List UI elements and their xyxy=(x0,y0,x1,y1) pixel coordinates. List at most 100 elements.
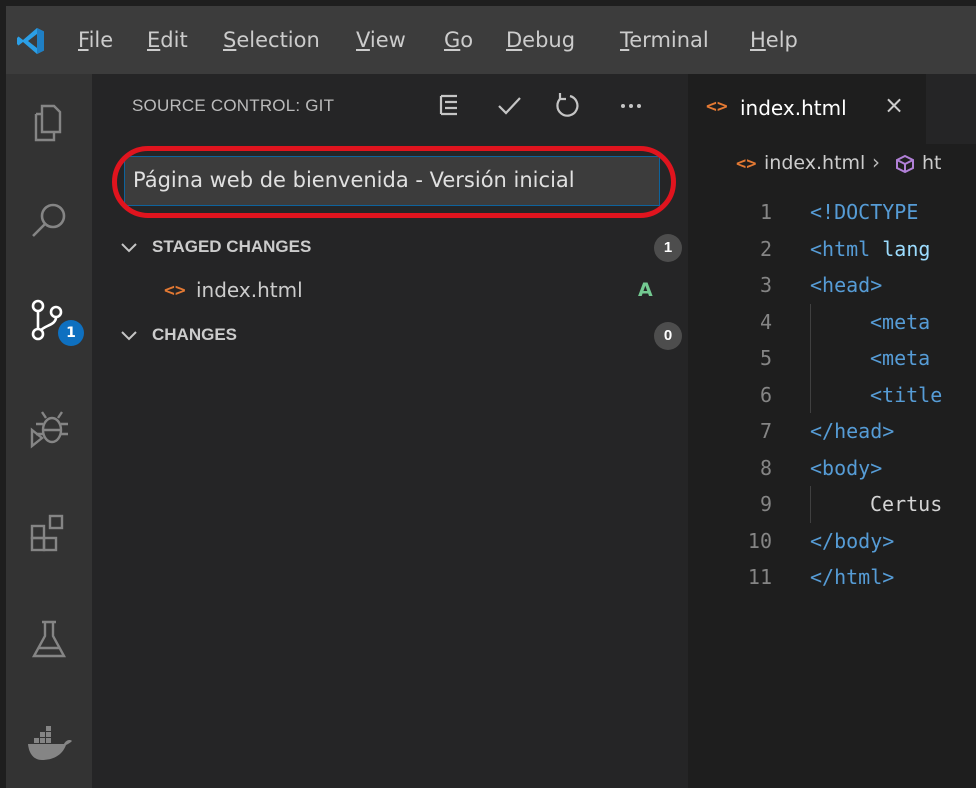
tab-label: index.html xyxy=(740,96,847,120)
code-token: </body> xyxy=(810,528,895,553)
html-file-icon: <> xyxy=(736,154,757,174)
line-number: 2 xyxy=(759,236,772,261)
line-number: 3 xyxy=(759,273,772,297)
code-line: </head> xyxy=(810,419,894,443)
code-token: <body> xyxy=(810,455,883,480)
code-token: <head> xyxy=(810,273,883,297)
code-line: <html lang xyxy=(810,237,930,261)
source-control-sidebar: SOURCE CONTROL: GIT Página web de bienve… xyxy=(92,74,688,788)
code-token: </head> xyxy=(810,419,895,443)
commit-message-input[interactable]: Página web de bienvenida - Versión inici… xyxy=(124,156,660,206)
activity-bar: 1 xyxy=(6,74,92,788)
commit-check-icon[interactable] xyxy=(492,88,526,122)
line-number: 5 xyxy=(759,346,772,370)
staged-changes-label: STAGED CHANGES xyxy=(152,237,312,256)
close-icon[interactable]: × xyxy=(884,91,904,119)
breadcrumb: <> index.html › ht xyxy=(688,144,976,184)
menu-label-rest: elp xyxy=(765,28,798,52)
menu-edit[interactable]: Edit xyxy=(147,28,188,54)
code-line: </body> xyxy=(810,529,894,553)
source-control-tab[interactable]: 1 xyxy=(20,292,84,350)
code-token: <meta xyxy=(870,309,931,334)
debug-icon[interactable] xyxy=(20,400,78,458)
menu-label-rest: election xyxy=(236,28,320,52)
tab-index-html[interactable]: <> index.html × xyxy=(688,74,926,144)
code-line: </html> xyxy=(810,565,894,589)
menu-mnemonic: D xyxy=(506,28,523,52)
refresh-icon[interactable] xyxy=(550,88,584,122)
code-token: lang xyxy=(870,236,931,261)
menu-label-rest: ile xyxy=(88,28,114,52)
code-token: <html xyxy=(810,236,871,261)
menu-label-rest: o xyxy=(460,28,474,52)
line-number: 7 xyxy=(759,419,772,443)
menu-file[interactable]: File xyxy=(78,28,113,54)
code-editor[interactable]: 1 <!DOCTYPE 2 <html lang 3 <head> 4 <meta 5 <meta… xyxy=(688,186,976,646)
chevron-down-icon xyxy=(121,243,137,253)
menu-bar: File Edit Selection View Go Debug Terminal Help xyxy=(6,6,976,74)
code-line: <body> xyxy=(810,456,882,480)
line-number: 8 xyxy=(759,455,772,480)
staged-file-name: index.html xyxy=(196,278,303,302)
menu-mnemonic: S xyxy=(223,28,237,52)
code-token: </html> xyxy=(810,565,895,589)
menu-label-rest: dit xyxy=(160,28,188,52)
breadcrumb-file[interactable]: index.html xyxy=(764,152,865,174)
breadcrumb-node[interactable]: ht xyxy=(922,152,942,174)
menu-mnemonic: T xyxy=(620,28,630,52)
indent-guide xyxy=(810,486,811,523)
editor-tab-bar: <> index.html × xyxy=(688,74,976,144)
menu-mnemonic: H xyxy=(750,28,766,52)
changes-count-badge: 0 xyxy=(654,322,682,350)
menu-label-rest: ebug xyxy=(522,28,576,52)
code-token: <meta xyxy=(870,346,931,370)
menu-mnemonic: V xyxy=(356,28,370,52)
view-as-tree-icon[interactable] xyxy=(432,88,466,122)
line-number: 9 xyxy=(759,492,772,516)
menu-debug[interactable]: Debug xyxy=(506,28,575,54)
vscode-logo-icon xyxy=(17,28,44,54)
code-line: <title xyxy=(870,383,942,407)
menu-view[interactable]: View xyxy=(356,28,406,54)
menu-label-rest: erminal xyxy=(629,28,709,52)
testing-icon[interactable] xyxy=(20,610,78,668)
html-file-icon: <> xyxy=(706,96,728,117)
file-status-added: A xyxy=(638,279,653,301)
line-number: 1 xyxy=(759,200,772,224)
breadcrumb-separator: › xyxy=(872,150,880,174)
search-icon[interactable] xyxy=(20,192,78,250)
code-line: <meta xyxy=(870,346,930,370)
code-line: <meta xyxy=(870,310,930,334)
docker-icon[interactable] xyxy=(20,714,78,772)
extensions-icon[interactable] xyxy=(20,504,78,562)
code-token: <!DOCTYPE xyxy=(810,200,919,224)
changes-label: CHANGES xyxy=(152,325,238,344)
line-number: 11 xyxy=(747,565,772,589)
menu-help[interactable]: Help xyxy=(750,28,798,54)
commit-message-text: Página web de bienvenida - Versión inici… xyxy=(133,168,575,192)
menu-label-rest: iew xyxy=(369,28,406,52)
menu-go[interactable]: Go xyxy=(444,28,473,54)
indent-guide xyxy=(810,376,811,413)
vscode-window: File Edit Selection View Go Debug Terminal Help xyxy=(6,6,976,788)
code-token: Certus xyxy=(870,492,943,516)
menu-mnemonic: E xyxy=(147,28,161,52)
line-number: 6 xyxy=(759,382,772,407)
menu-mnemonic: F xyxy=(78,28,89,52)
menu-terminal[interactable]: Terminal xyxy=(620,28,709,54)
line-number: 4 xyxy=(759,309,772,334)
indent-guide xyxy=(810,303,811,340)
staged-file-row[interactable]: <> index.html A xyxy=(92,274,688,308)
changes-header[interactable]: CHANGES 0 xyxy=(118,322,688,352)
sidebar-title: SOURCE CONTROL: GIT xyxy=(132,96,335,115)
source-control-badge: 1 xyxy=(58,320,84,346)
cube-icon xyxy=(896,154,914,174)
code-line: <!DOCTYPE xyxy=(810,200,918,224)
staged-changes-header[interactable]: STAGED CHANGES 1 xyxy=(118,234,688,264)
staged-count-badge: 1 xyxy=(654,234,682,262)
code-line: <head> xyxy=(810,273,882,297)
menu-mnemonic: G xyxy=(444,28,461,52)
explorer-icon[interactable] xyxy=(20,94,78,152)
more-actions-icon[interactable] xyxy=(614,88,648,122)
menu-selection[interactable]: Selection xyxy=(223,28,320,54)
